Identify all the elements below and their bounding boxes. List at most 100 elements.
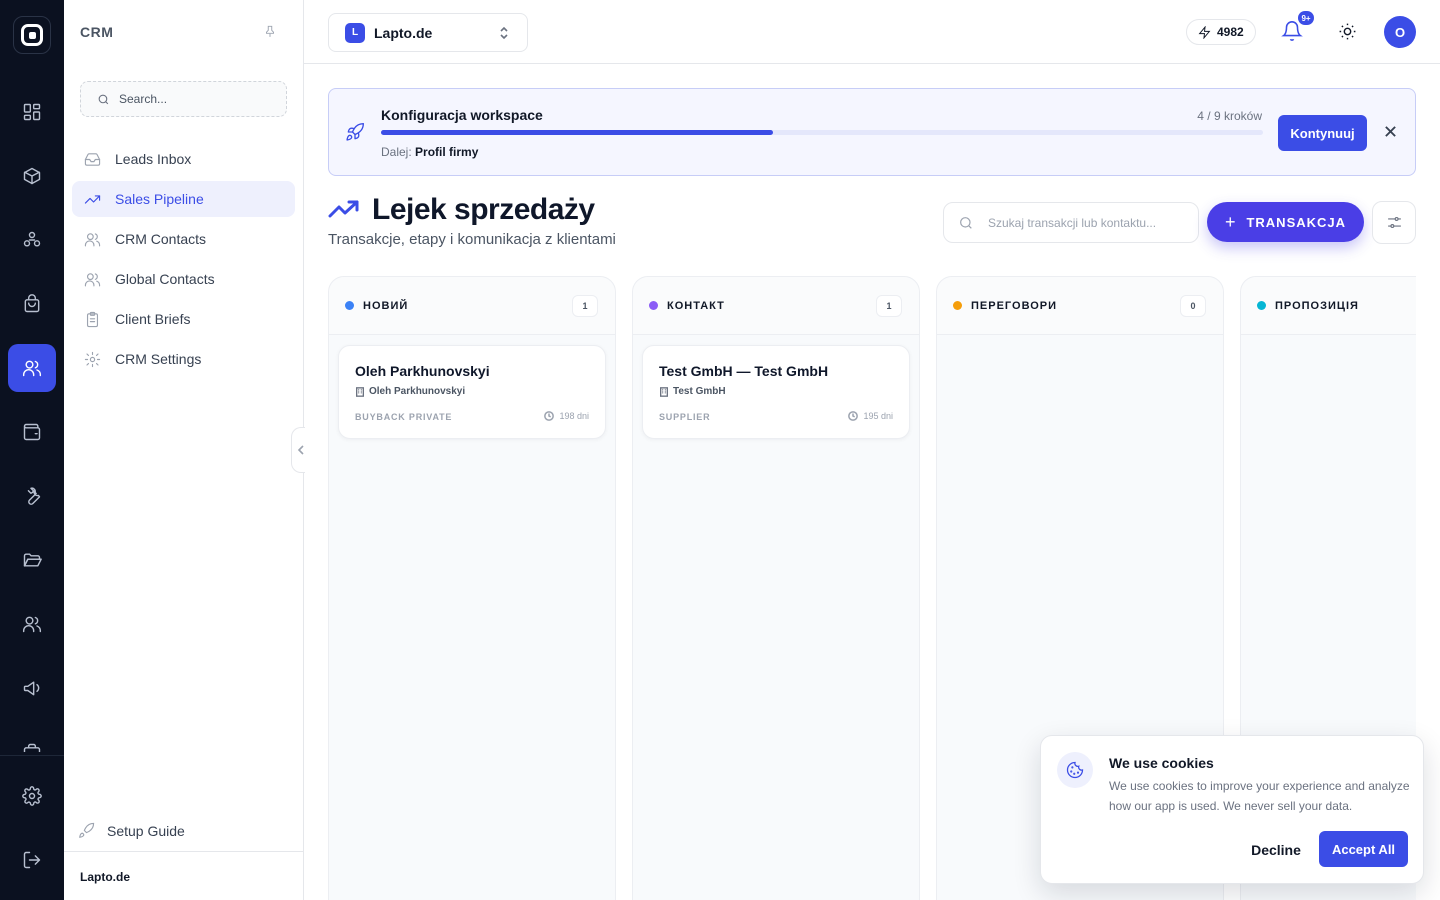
folder-icon[interactable] <box>8 536 56 584</box>
clock-icon <box>544 411 555 421</box>
wrench-icon[interactable] <box>8 472 56 520</box>
workspace-badge: L <box>345 22 365 43</box>
column-name: ПЕРЕГОВОРИ <box>971 299 1058 312</box>
sidebar-item-client-briefs[interactable]: Client Briefs <box>72 301 295 337</box>
column-count: 1 <box>572 295 598 317</box>
lightning-icon <box>1198 25 1211 39</box>
sidebar-footer: Lapto.de <box>64 851 303 900</box>
sidebar-title: CRM <box>80 24 114 40</box>
clipboard-icon <box>86 311 99 327</box>
pin-icon[interactable] <box>263 24 279 40</box>
box-icon[interactable] <box>8 152 56 200</box>
deal-card[interactable]: Test GmbH — Test GmbH Test GmbH SUPPLIER… <box>642 345 910 439</box>
next-step-value: Profil firmy <box>415 145 479 159</box>
deal-title: Oleh Parkhunovskyi <box>355 363 490 379</box>
deal-company-name: Test GmbH <box>673 386 726 397</box>
sidebar-item-label: CRM Contacts <box>115 231 207 247</box>
accept-all-button[interactable]: Accept All <box>1319 831 1408 867</box>
top-bar: L Lapto.de 4982 9+ O <box>304 0 1440 64</box>
column-header: НОВИЙ 1 <box>329 277 615 335</box>
integrations-icon[interactable] <box>8 216 56 264</box>
pipeline-column: КОНТАКТ 1 Test GmbH — Test GmbH Test Gmb… <box>632 276 920 900</box>
sidebar-item-crm-settings[interactable]: CRM Settings <box>72 341 295 377</box>
logout-icon[interactable] <box>8 836 56 884</box>
sidebar-item-label: CRM Settings <box>115 351 202 367</box>
column-header: ПРОПОЗИЦІЯ <box>1241 277 1416 335</box>
deal-tag: SUPPLIER <box>659 412 711 422</box>
sidebar-item-label: Leads Inbox <box>115 151 192 167</box>
avatar[interactable]: O <box>1384 16 1416 48</box>
column-header: КОНТАКТ 1 <box>633 277 919 335</box>
deal-search-input[interactable]: Szukaj transakcji lub kontaktu... <box>943 202 1199 243</box>
chevron-up-down-icon <box>499 26 509 40</box>
continue-button[interactable]: Kontynuuj <box>1278 115 1367 151</box>
icon-rail <box>0 0 64 900</box>
stage-color-dot <box>345 301 354 310</box>
gear-icon[interactable] <box>8 772 56 820</box>
decline-button[interactable]: Decline <box>1241 832 1311 868</box>
deal-age-value: 195 dni <box>863 411 893 421</box>
deal-search-placeholder: Szukaj transakcji lub kontaktu... <box>988 215 1157 230</box>
deal-company-name: Oleh Parkhunovskyi <box>369 386 466 397</box>
cookie-text: We use cookies to improve your experienc… <box>1109 779 1410 813</box>
sidebar-item-sales-pipeline[interactable]: Sales Pipeline <box>72 181 295 217</box>
deal-title: Test GmbH — Test GmbH <box>659 363 829 379</box>
sidebar-search-input[interactable]: Search... <box>80 81 287 117</box>
banner-next-step: Dalej: Profil firmy <box>381 145 478 159</box>
building-icon <box>660 386 668 397</box>
cookie-icon <box>1057 752 1093 788</box>
cookie-title: We use cookies <box>1109 755 1214 771</box>
column-count: 0 <box>1180 295 1206 317</box>
deal-age: 195 dni <box>848 411 893 421</box>
gear-icon <box>84 351 101 367</box>
users-icon[interactable] <box>8 344 56 392</box>
sun-icon[interactable] <box>1338 22 1358 42</box>
logo-mark-icon[interactable] <box>13 16 51 54</box>
wallet-icon[interactable] <box>8 408 56 456</box>
sidebar-item-global-contacts[interactable]: Global Contacts <box>72 261 295 297</box>
setup-guide-link[interactable]: Setup Guide <box>78 822 185 839</box>
sidebar-item-leads-inbox[interactable]: Leads Inbox <box>72 141 295 177</box>
sidebar-collapse-handle[interactable] <box>291 427 305 473</box>
sidebar-item-label: Sales Pipeline <box>115 191 204 207</box>
trending-up-icon <box>328 198 360 222</box>
credits-value: 4982 <box>1217 25 1244 39</box>
filter-button[interactable] <box>1372 201 1416 244</box>
workspace-selector[interactable]: L Lapto.de <box>328 13 528 52</box>
search-icon <box>98 94 109 104</box>
banner-title: Konfiguracja workspace <box>381 107 543 123</box>
users-icon <box>84 232 101 246</box>
sliders-icon <box>1387 216 1401 229</box>
deal-age-value: 198 dni <box>559 411 589 421</box>
inbox-icon <box>84 152 101 166</box>
trending-up-icon <box>84 194 101 204</box>
rocket-icon <box>345 122 367 144</box>
close-icon[interactable] <box>1384 125 1398 139</box>
add-deal-label: TRANSAKCJA <box>1246 214 1347 230</box>
chevron-left-icon <box>297 445 304 455</box>
users-icon <box>84 272 101 286</box>
column-header: ПЕРЕГОВОРИ 0 <box>937 277 1223 335</box>
sidebar-search-placeholder: Search... <box>119 92 168 106</box>
shopping-bag-icon[interactable] <box>8 280 56 328</box>
deal-card[interactable]: Oleh Parkhunovskyi Oleh Parkhunovskyi BU… <box>338 345 606 439</box>
search-icon <box>960 216 972 229</box>
pipeline-column: НОВИЙ 1 Oleh Parkhunovskyi Oleh Parkhuno… <box>328 276 616 900</box>
credits-badge[interactable]: 4982 <box>1186 19 1256 45</box>
rocket-icon <box>79 822 95 838</box>
cookie-consent-dialog: We use cookies We use cookies to improve… <box>1040 735 1424 884</box>
onboarding-banner: Konfiguracja workspace 4 / 9 kroków Dale… <box>328 88 1416 176</box>
briefcase-icon[interactable] <box>8 728 56 752</box>
plus-icon: + <box>1224 211 1237 232</box>
rail-divider <box>0 755 64 756</box>
sidebar-item-crm-contacts[interactable]: CRM Contacts <box>72 221 295 257</box>
progress-bar <box>381 130 1263 135</box>
contacts-icon[interactable] <box>8 600 56 648</box>
dashboard-icon[interactable] <box>8 88 56 136</box>
megaphone-icon[interactable] <box>8 664 56 712</box>
setup-guide-label: Setup Guide <box>107 822 185 839</box>
add-deal-button[interactable]: + TRANSAKCJA <box>1207 202 1364 242</box>
crm-sidebar: CRM Search... Leads Inbox Sales Pipeline… <box>64 0 304 900</box>
stage-color-dot <box>649 301 658 310</box>
page-title: Lejek sprzedaży <box>372 193 595 226</box>
